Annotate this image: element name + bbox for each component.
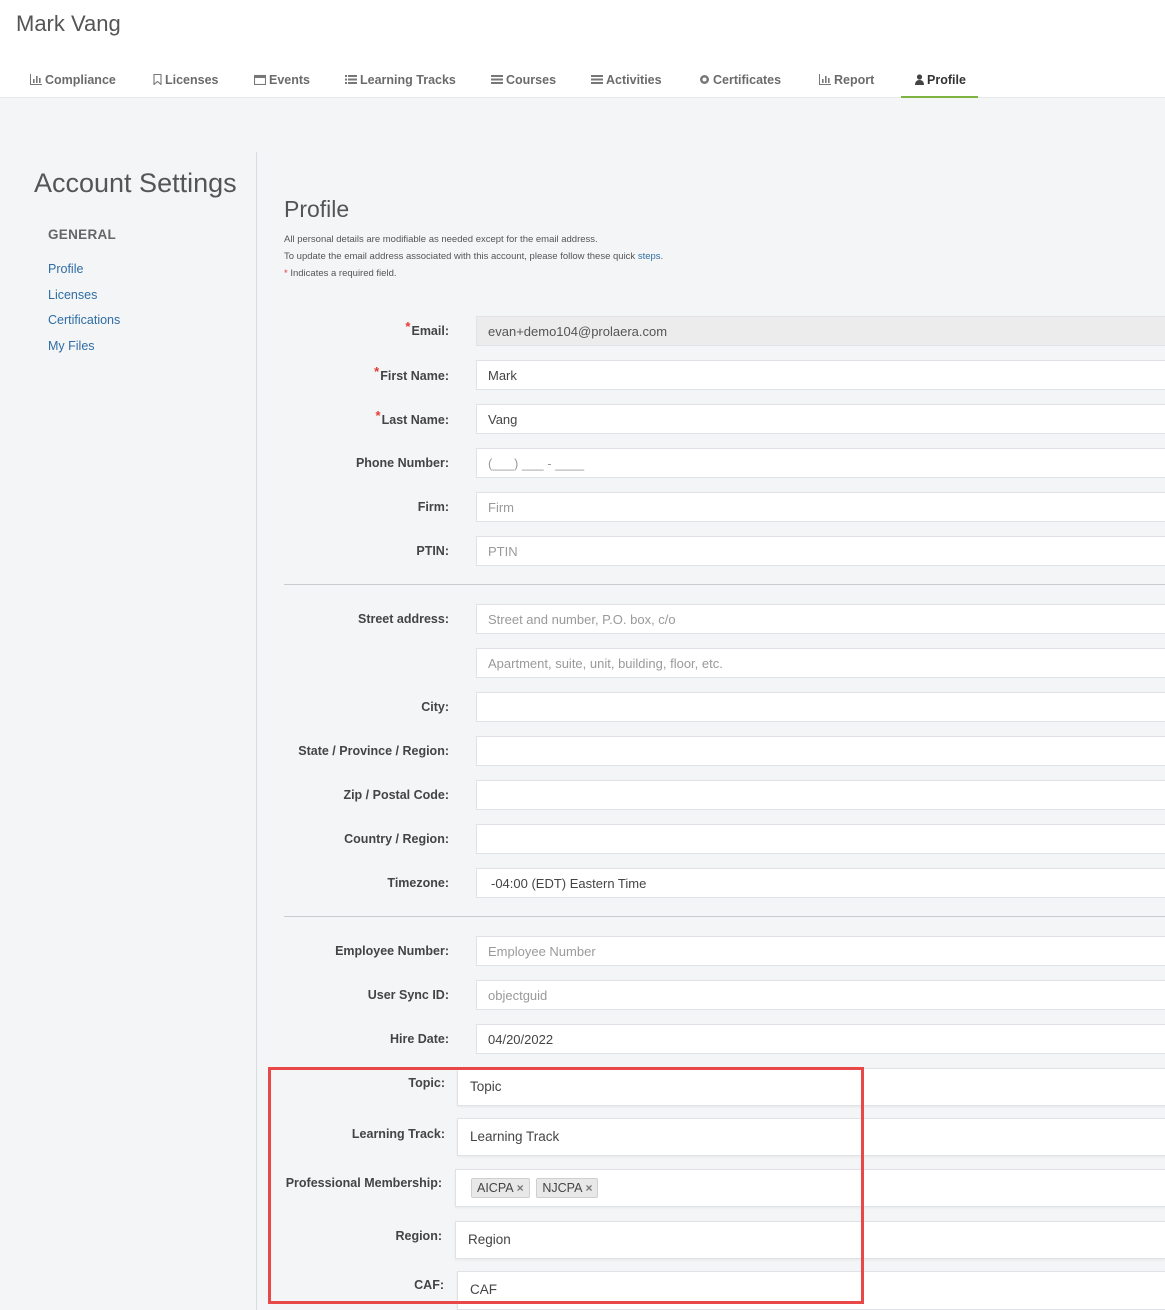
user-name: Mark Vang bbox=[16, 11, 121, 36]
firm-label: Firm: bbox=[417, 500, 449, 514]
report-chart-icon bbox=[819, 74, 831, 85]
tab-learning-tracks-label: Learning Tracks bbox=[360, 73, 456, 87]
zip-label: Zip / Postal Code: bbox=[343, 788, 449, 802]
email-label: *Email: bbox=[249, 319, 449, 338]
last-name-label-text: Last Name: bbox=[381, 413, 449, 427]
membership-label: Professional Membership: bbox=[285, 1176, 442, 1190]
phone-field[interactable]: (___) ___ - ____ bbox=[476, 448, 1165, 478]
country-field[interactable] bbox=[476, 824, 1165, 854]
remove-tag-icon[interactable]: × bbox=[585, 1181, 592, 1195]
required-star: * bbox=[374, 364, 380, 379]
learning-track-label: Learning Track: bbox=[351, 1127, 445, 1141]
courses-icon bbox=[491, 75, 503, 84]
bar-chart-icon bbox=[30, 74, 42, 85]
zip-field[interactable] bbox=[476, 780, 1165, 810]
general-section-heading: GENERAL bbox=[48, 227, 117, 242]
top-header: Mark Vang Compliance Licenses Events Lea… bbox=[0, 0, 1165, 98]
tab-licenses[interactable]: Licenses bbox=[139, 64, 233, 98]
first-name-label: *First Name: bbox=[249, 364, 449, 383]
last-name-label: *Last Name: bbox=[249, 408, 449, 427]
street2-field[interactable]: Apartment, suite, unit, building, floor,… bbox=[476, 648, 1165, 678]
tab-licenses-label: Licenses bbox=[165, 73, 219, 87]
certificate-icon bbox=[700, 75, 709, 84]
topic-select[interactable]: Topic bbox=[457, 1068, 1165, 1106]
calendar-icon bbox=[254, 74, 266, 85]
city-field[interactable] bbox=[476, 692, 1165, 722]
caf-select[interactable]: CAF bbox=[457, 1271, 1165, 1310]
tab-compliance-label: Compliance bbox=[45, 73, 116, 87]
tab-events[interactable]: Events bbox=[240, 64, 324, 98]
list-icon bbox=[345, 75, 357, 84]
ptin-label: PTIN: bbox=[416, 544, 449, 558]
section-divider bbox=[284, 916, 1165, 917]
region-label: Region: bbox=[395, 1229, 442, 1243]
tab-learning-tracks[interactable]: Learning Tracks bbox=[331, 64, 470, 98]
bookmark-icon bbox=[153, 74, 162, 85]
street-field[interactable]: Street and number, P.O. box, c/o bbox=[476, 604, 1165, 634]
last-name-field[interactable]: Vang bbox=[476, 404, 1165, 434]
account-settings-title: Account Settings bbox=[34, 168, 237, 198]
tab-certificates-label: Certificates bbox=[713, 73, 782, 87]
membership-multiselect[interactable]: AICPA × NJCPA × bbox=[455, 1169, 1165, 1207]
tab-report[interactable]: Report bbox=[805, 64, 888, 98]
country-label: Country / Region: bbox=[344, 832, 449, 846]
remove-tag-icon[interactable]: × bbox=[517, 1181, 524, 1195]
email-field: evan+demo104@prolaera.com bbox=[476, 316, 1165, 346]
tab-profile-label: Profile bbox=[927, 73, 966, 87]
hire-date-label: Hire Date: bbox=[389, 1032, 449, 1046]
tab-events-label: Events bbox=[269, 73, 310, 87]
sidebar-link-profile[interactable]: Profile bbox=[48, 262, 83, 276]
membership-tag: AICPA × bbox=[471, 1178, 530, 1198]
required-star: * bbox=[405, 319, 411, 334]
profile-info-line-2: To update the email address associated w… bbox=[284, 251, 663, 262]
topic-label: Topic: bbox=[408, 1076, 445, 1090]
hire-date-field[interactable]: 04/20/2022 bbox=[476, 1024, 1165, 1054]
state-field[interactable] bbox=[476, 736, 1165, 766]
section-divider bbox=[284, 584, 1165, 585]
activities-icon bbox=[591, 75, 603, 84]
info-period: . bbox=[660, 251, 664, 262]
tab-courses-label: Courses bbox=[506, 73, 557, 87]
employee-number-label: Employee Number: bbox=[335, 944, 449, 958]
profile-info-line-3: * Indicates a required field. bbox=[284, 268, 397, 279]
tab-profile[interactable]: Profile bbox=[901, 64, 978, 98]
user-sync-id-label: User Sync ID: bbox=[367, 988, 449, 1002]
info-text: To update the email address associated w… bbox=[284, 251, 638, 262]
user-sync-id-field[interactable]: objectguid bbox=[476, 980, 1165, 1010]
city-label: City: bbox=[421, 700, 449, 714]
user-icon bbox=[915, 74, 924, 85]
firm-field[interactable]: Firm bbox=[476, 492, 1165, 522]
tab-report-label: Report bbox=[834, 73, 875, 87]
email-label-text: Email: bbox=[411, 324, 449, 338]
membership-tag: NJCPA × bbox=[536, 1178, 599, 1198]
required-note: Indicates a required field. bbox=[287, 268, 397, 279]
tab-activities[interactable]: Activities bbox=[577, 64, 676, 98]
state-label: State / Province / Region: bbox=[298, 744, 449, 758]
profile-info-line-1: All personal details are modifiable as n… bbox=[284, 234, 598, 245]
profile-title: Profile bbox=[284, 196, 350, 222]
sidebar-link-licenses[interactable]: Licenses bbox=[48, 288, 97, 302]
tab-certificates[interactable]: Certificates bbox=[685, 64, 795, 98]
sidebar-link-my-files[interactable]: My Files bbox=[48, 339, 95, 353]
learning-track-select[interactable]: Learning Track bbox=[457, 1118, 1165, 1156]
first-name-field[interactable]: Mark bbox=[476, 360, 1165, 390]
ptin-field[interactable]: PTIN bbox=[476, 536, 1165, 566]
required-star: * bbox=[375, 408, 381, 423]
employee-number-field[interactable]: Employee Number bbox=[476, 936, 1165, 966]
tag-label: AICPA bbox=[477, 1181, 514, 1195]
tag-label: NJCPA bbox=[542, 1181, 583, 1195]
phone-label: Phone Number: bbox=[355, 456, 449, 470]
sidebar-link-certifications[interactable]: Certifications bbox=[48, 313, 120, 327]
street-label: Street address: bbox=[357, 612, 449, 626]
tab-activities-label: Activities bbox=[606, 73, 662, 87]
timezone-label: Timezone: bbox=[387, 876, 449, 890]
steps-link[interactable]: steps bbox=[638, 251, 661, 262]
first-name-label-text: First Name: bbox=[380, 369, 449, 383]
tab-compliance[interactable]: Compliance bbox=[16, 64, 130, 98]
region-select[interactable]: Region bbox=[455, 1221, 1165, 1259]
timezone-select[interactable]: -04:00 (EDT) Eastern Time bbox=[476, 868, 1165, 898]
tab-courses[interactable]: Courses bbox=[477, 64, 570, 98]
caf-label: CAF: bbox=[414, 1278, 444, 1292]
